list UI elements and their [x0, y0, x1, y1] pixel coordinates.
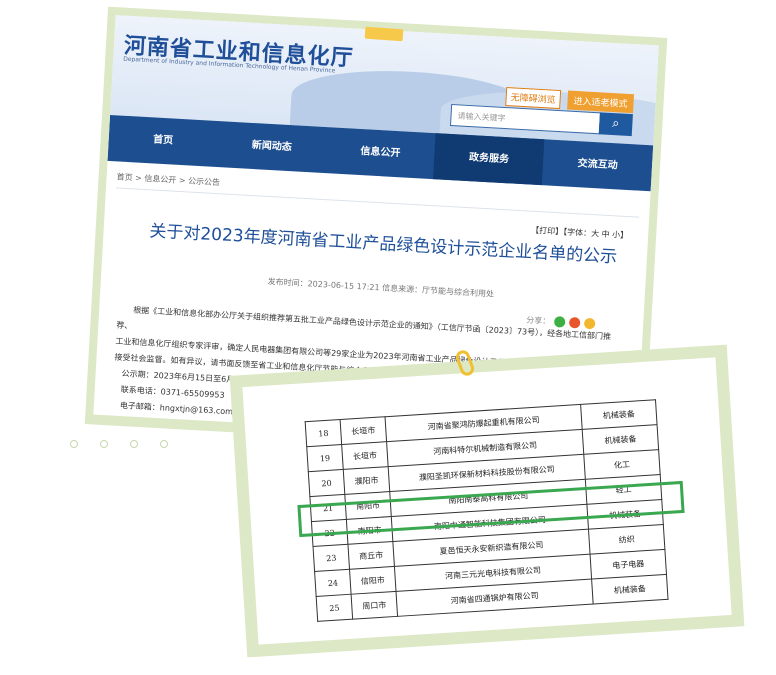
hole [130, 440, 138, 448]
article-title: 关于对2023年度河南省工业产品绿色设计示范企业名单的公示 [148, 221, 618, 268]
row-city: 信阳市 [349, 566, 396, 595]
row-number: 23 [313, 544, 350, 572]
row-number: 19 [306, 444, 344, 472]
divider [115, 187, 640, 218]
article-meta: 发布时间：2023-06-15 17:21 信息来源：厅节能与综合利用处 [267, 277, 495, 299]
tape-decoration [364, 26, 404, 42]
row-number: 24 [314, 569, 352, 597]
row-number: 25 [316, 594, 353, 622]
nav-item-interaction[interactable]: 交流互动 [542, 139, 653, 191]
search-icon: ⌕ [611, 116, 620, 132]
row-city: 周口市 [351, 591, 398, 620]
hole [70, 440, 78, 448]
elder-mode-button[interactable]: 进入适老模式 [567, 90, 635, 114]
nav-item-news[interactable]: 新闻动态 [216, 121, 327, 173]
row-city: 濮阳市 [343, 466, 390, 495]
search-button[interactable]: ⌕ [598, 112, 633, 137]
row-industry: 机械装备 [591, 574, 669, 605]
row-number: 20 [308, 469, 345, 497]
spiral-holes [70, 440, 200, 454]
nav-item-home[interactable]: 首页 [107, 115, 218, 167]
nav-item-services[interactable]: 政务服务 [433, 133, 545, 186]
row-city: 商丘市 [347, 541, 395, 570]
row-city: 长垣市 [341, 441, 389, 470]
hole [100, 440, 108, 448]
breadcrumb[interactable]: 首页 > 信息公开 > 公示公告 [116, 171, 220, 188]
accessibility-button[interactable]: 无障碍浏览 [505, 87, 562, 110]
row-number: 18 [305, 419, 342, 447]
nav-item-info[interactable]: 信息公开 [325, 127, 436, 179]
hole [160, 440, 168, 448]
row-city: 长垣市 [340, 416, 387, 445]
